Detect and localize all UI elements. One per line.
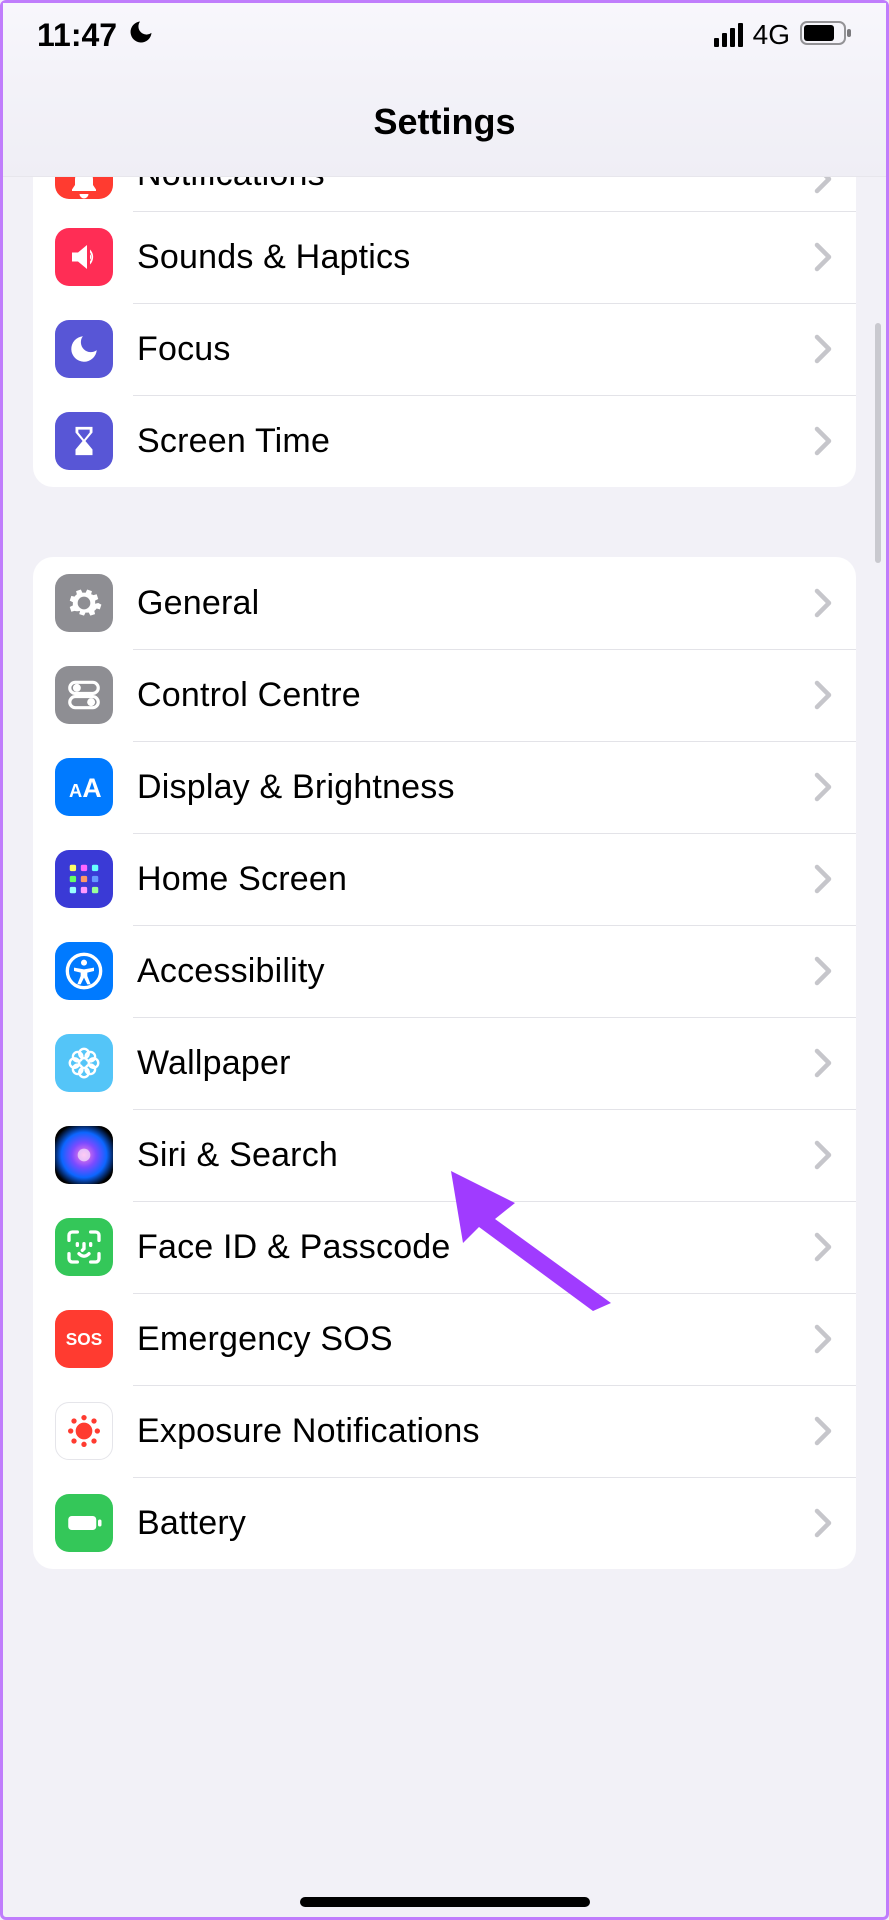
row-label: Exposure Notifications [137, 1412, 814, 1451]
moon-icon [55, 320, 113, 378]
chevron-right-icon [814, 426, 834, 456]
network-label: 4G [753, 19, 790, 51]
status-right: 4G [714, 17, 852, 54]
nav-bar: Settings [3, 67, 886, 177]
faceid-icon [55, 1218, 113, 1276]
row-siri[interactable]: Siri & Search [33, 1109, 856, 1201]
chevron-right-icon [814, 680, 834, 710]
chevron-right-icon [814, 864, 834, 894]
row-label: Focus [137, 330, 814, 369]
row-control-centre[interactable]: Control Centre [33, 649, 856, 741]
chevron-right-icon [814, 588, 834, 618]
hourglass-icon [55, 412, 113, 470]
scroll-indicator [875, 323, 881, 563]
chevron-right-icon [814, 1232, 834, 1262]
row-focus[interactable]: Focus [33, 303, 856, 395]
chevron-right-icon [814, 334, 834, 364]
battery-icon [55, 1494, 113, 1552]
row-sounds[interactable]: Sounds & Haptics [33, 211, 856, 303]
siri-icon [55, 1126, 113, 1184]
status-bar: 11:47 4G [3, 3, 886, 67]
virus-icon [55, 1402, 113, 1460]
signal-icon [714, 23, 743, 47]
textsize-icon: AA [55, 758, 113, 816]
flower-icon [55, 1034, 113, 1092]
row-label: Control Centre [137, 676, 814, 715]
status-time: 11:47 [37, 17, 117, 54]
svg-text:A: A [82, 773, 101, 803]
row-screen-time[interactable]: Screen Time [33, 395, 856, 487]
chevron-right-icon [814, 242, 834, 272]
row-battery[interactable]: Battery [33, 1477, 856, 1569]
moon-icon [127, 17, 155, 54]
home-indicator [300, 1897, 590, 1907]
chevron-right-icon [814, 1508, 834, 1538]
page-title: Settings [373, 101, 515, 143]
row-label: Accessibility [137, 952, 814, 991]
row-accessibility[interactable]: Accessibility [33, 925, 856, 1017]
row-display[interactable]: AA Display & Brightness [33, 741, 856, 833]
row-label: General [137, 584, 814, 623]
svg-text:A: A [69, 780, 82, 801]
row-label: Display & Brightness [137, 768, 814, 807]
apps-grid-icon [55, 850, 113, 908]
settings-group-device: General Control Centre AA Display & Brig… [33, 557, 856, 1569]
row-wallpaper[interactable]: Wallpaper [33, 1017, 856, 1109]
row-label: Home Screen [137, 860, 814, 899]
chevron-right-icon [814, 772, 834, 802]
row-label: Sounds & Haptics [137, 238, 814, 277]
chevron-right-icon [814, 1140, 834, 1170]
row-general[interactable]: General [33, 557, 856, 649]
battery-icon [800, 17, 852, 54]
accessibility-icon [55, 942, 113, 1000]
row-label: Face ID & Passcode [137, 1228, 814, 1267]
settings-group-alerts: Notifications Sounds & Haptics Focus Scr… [33, 159, 856, 487]
chevron-right-icon [814, 1416, 834, 1446]
row-exposure[interactable]: Exposure Notifications [33, 1385, 856, 1477]
settings-scroll[interactable]: Notifications Sounds & Haptics Focus Scr… [3, 177, 886, 1917]
chevron-right-icon [814, 1324, 834, 1354]
status-left: 11:47 [37, 17, 155, 54]
row-label: Wallpaper [137, 1044, 814, 1083]
row-label: Screen Time [137, 422, 814, 461]
row-label: Siri & Search [137, 1136, 814, 1175]
chevron-right-icon [814, 1048, 834, 1078]
row-home-screen[interactable]: Home Screen [33, 833, 856, 925]
toggles-icon [55, 666, 113, 724]
row-label: Battery [137, 1504, 814, 1543]
svg-text:SOS: SOS [66, 1329, 102, 1349]
sos-icon: SOS [55, 1310, 113, 1368]
row-label: Emergency SOS [137, 1320, 814, 1359]
row-faceid[interactable]: Face ID & Passcode [33, 1201, 856, 1293]
gear-icon [55, 574, 113, 632]
chevron-right-icon [814, 956, 834, 986]
speaker-icon [55, 228, 113, 286]
row-sos[interactable]: SOS Emergency SOS [33, 1293, 856, 1385]
